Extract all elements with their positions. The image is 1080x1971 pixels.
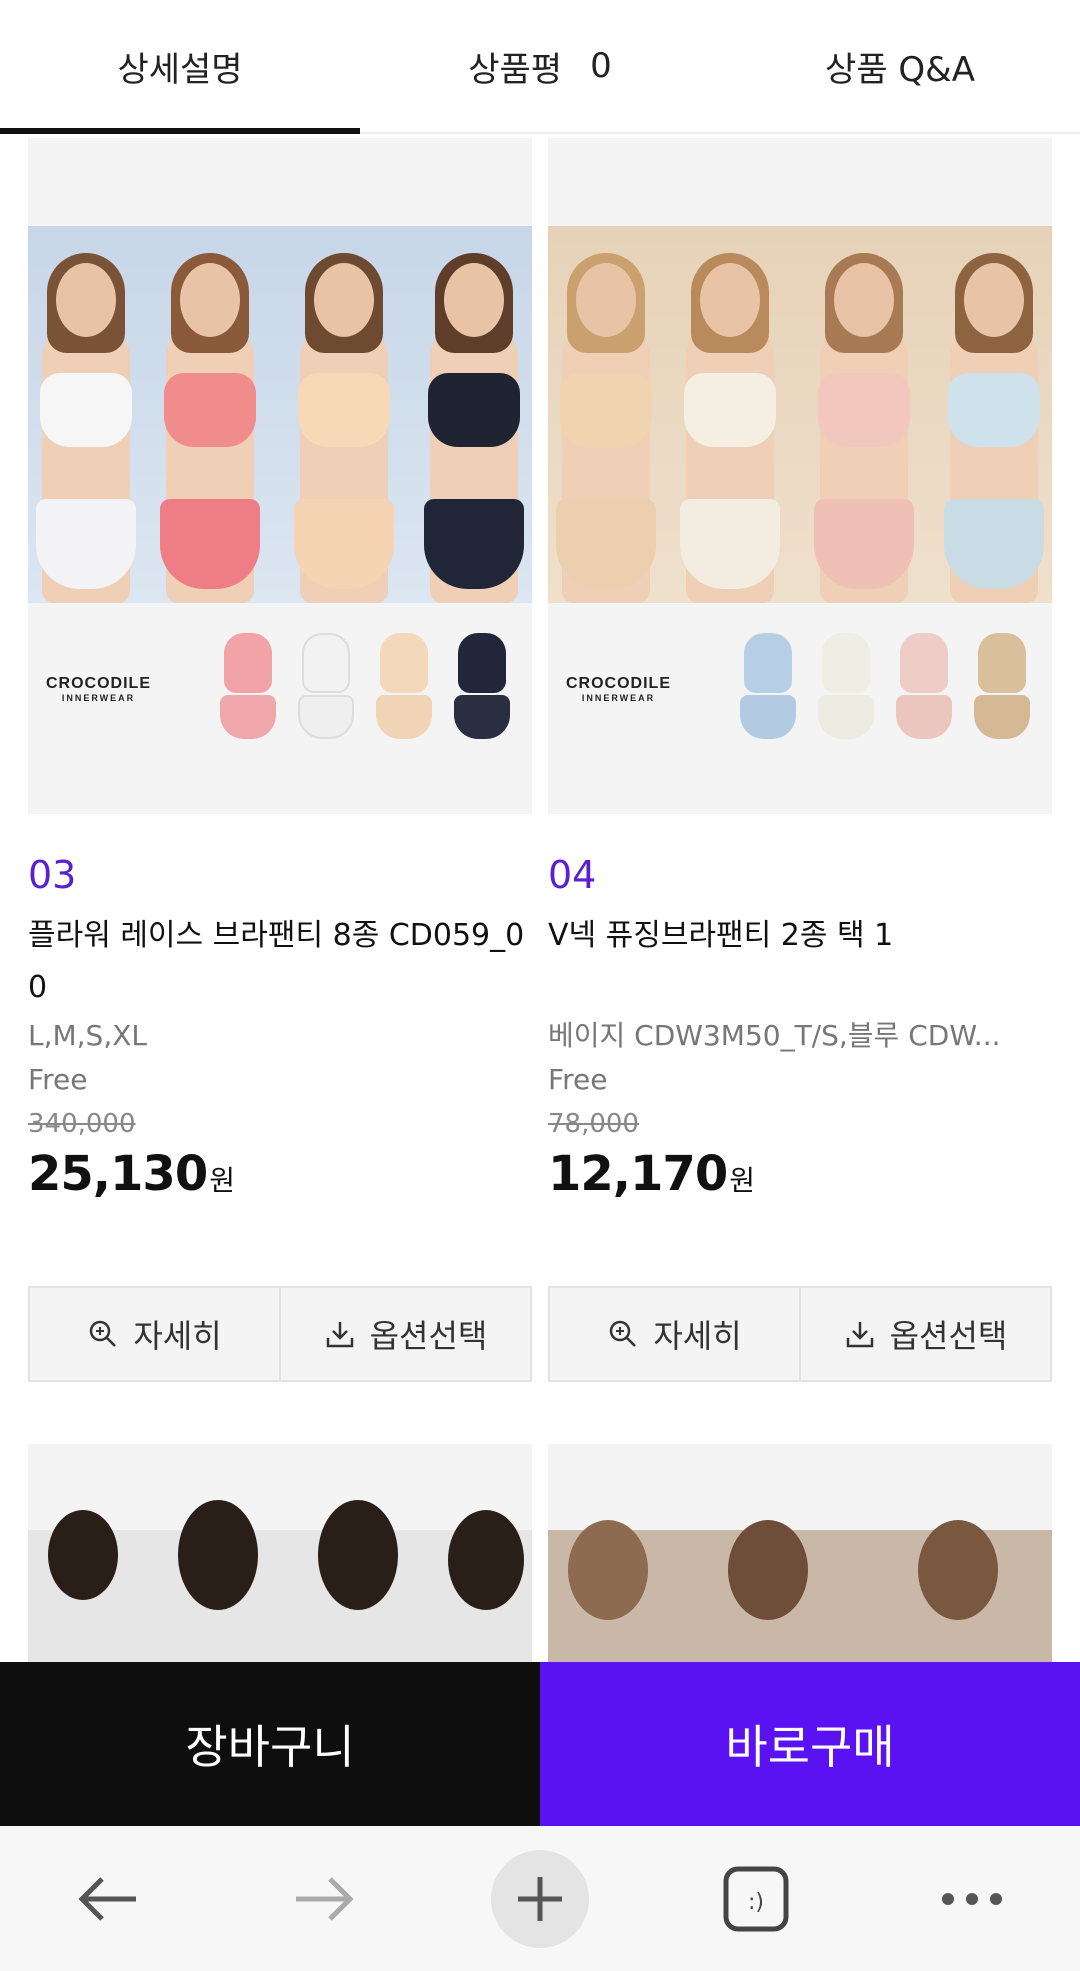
- option-select-button[interactable]: 옵션선택: [799, 1288, 1050, 1380]
- forward-arrow-icon: [296, 1876, 354, 1921]
- product-index: 03: [28, 853, 77, 897]
- add-to-cart-button[interactable]: 장바구니: [0, 1662, 540, 1826]
- product-image[interactable]: CROCODILE INNERWEAR: [28, 138, 532, 814]
- detail-button-label: 자세히: [653, 1317, 742, 1355]
- brand-logo: CROCODILE INNERWEAR: [46, 675, 151, 703]
- zoom-icon: [610, 1320, 637, 1347]
- forward-button[interactable]: [264, 1839, 384, 1959]
- buy-now-button[interactable]: 바로구매: [540, 1662, 1080, 1826]
- review-count: 0: [590, 46, 612, 86]
- option-select-button[interactable]: 옵션선택: [279, 1288, 530, 1380]
- purchase-bar: 장바구니 바로구매: [0, 1662, 1080, 1826]
- tab-qna-label: 상품 Q&A: [825, 49, 975, 90]
- product-tabs: 상세설명 상품평 0 상품 Q&A: [0, 0, 1080, 134]
- back-arrow-icon: [78, 1876, 136, 1921]
- tab-reviews-label: 상품평: [468, 49, 563, 90]
- product-option-free: Free: [548, 1063, 608, 1096]
- brand-logo: CROCODILE INNERWEAR: [566, 675, 671, 703]
- product-index: 04: [548, 853, 597, 897]
- detail-button-label: 자세히: [133, 1317, 222, 1355]
- new-tab-button[interactable]: [480, 1839, 600, 1959]
- brand-strip: CROCODILE INNERWEAR: [548, 603, 1052, 814]
- back-button[interactable]: [48, 1839, 168, 1959]
- svg-text::): :): [748, 1890, 764, 1915]
- product-image-next[interactable]: [548, 1444, 1052, 1664]
- tabs-icon: :): [723, 1866, 789, 1931]
- product-card: CROCODILE INNERWEAR 03 플라워 레이스 브라팬티 8종 C…: [28, 138, 532, 1382]
- tab-description-label: 상세설명: [117, 49, 243, 90]
- brand-strip: CROCODILE INNERWEAR: [28, 603, 532, 814]
- product-colors: 베이지 CDW3M50_T/S,블루 CDW...: [548, 1019, 1001, 1052]
- original-price: 78,000: [548, 1109, 639, 1139]
- sale-price: 12,170원: [548, 1146, 755, 1202]
- product-image[interactable]: CROCODILE INNERWEAR: [548, 138, 1052, 814]
- product-option-free: Free: [28, 1063, 88, 1096]
- tab-description[interactable]: 상세설명: [0, 0, 360, 134]
- more-icon: [942, 1892, 1002, 1905]
- model-photo: [548, 226, 1052, 603]
- download-icon: [846, 1322, 873, 1348]
- download-icon: [326, 1322, 353, 1348]
- model-photo: [28, 226, 532, 603]
- detail-button[interactable]: 자세히: [30, 1288, 279, 1380]
- plus-icon: [518, 1876, 562, 1921]
- tabs-button[interactable]: :): [696, 1839, 816, 1959]
- product-actions: 자세히 옵션선택: [548, 1286, 1052, 1382]
- product-card: CROCODILE INNERWEAR 04 V넥 퓨징브라팬티 2종 택 1 …: [548, 138, 1052, 1382]
- zoom-icon: [90, 1320, 117, 1347]
- product-title[interactable]: V넥 퓨징브라팬티 2종 택 1: [548, 910, 1052, 1014]
- tab-reviews[interactable]: 상품평 0: [360, 0, 720, 132]
- browser-nav-bar: :): [0, 1826, 1080, 1971]
- product-image-next[interactable]: [28, 1444, 532, 1664]
- detail-button[interactable]: 자세히: [550, 1288, 799, 1380]
- more-button[interactable]: [912, 1839, 1032, 1959]
- original-price: 340,000: [28, 1109, 136, 1139]
- product-sizes: L,M,S,XL: [28, 1019, 148, 1052]
- product-title[interactable]: 플라워 레이스 브라팬티 8종 CD059_00: [28, 910, 532, 1014]
- sale-price: 25,130원: [28, 1146, 235, 1202]
- option-select-label: 옵션선택: [369, 1317, 488, 1355]
- product-actions: 자세히 옵션선택: [28, 1286, 532, 1382]
- option-select-label: 옵션선택: [889, 1317, 1008, 1355]
- tab-qna[interactable]: 상품 Q&A: [720, 0, 1080, 132]
